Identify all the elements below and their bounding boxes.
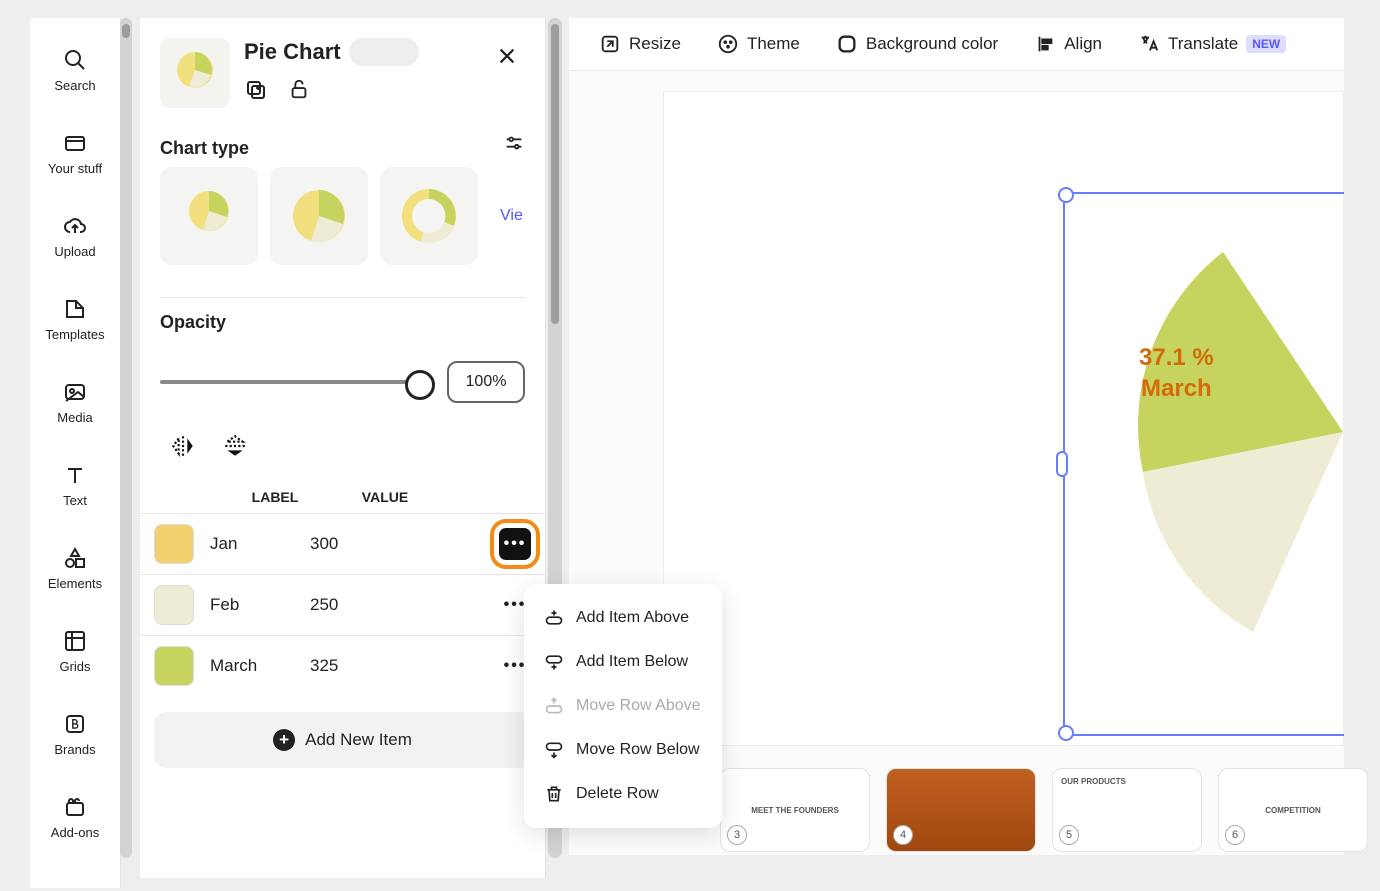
add-item-label: Add New Item	[305, 730, 412, 750]
color-swatch[interactable]	[154, 524, 194, 564]
nav-elements[interactable]: Elements	[48, 546, 102, 591]
chart-preview-thumbnail	[160, 38, 230, 108]
nav-label: Text	[63, 493, 87, 508]
slide-thumbnail[interactable]: COMPETITION6	[1218, 768, 1368, 852]
row-label[interactable]: March	[210, 656, 310, 676]
menu-add-above[interactable]: Add Item Above	[524, 596, 722, 640]
close-panel-button[interactable]	[489, 38, 525, 74]
slide-thumbnail[interactable]: OUR PRODUCTS5	[1052, 768, 1202, 852]
value-column-head: VALUE	[335, 489, 435, 505]
row-value[interactable]: 250	[310, 595, 410, 615]
title-pill	[349, 38, 419, 66]
resize-button[interactable]: Resize	[599, 33, 681, 55]
property-panel: Pie Chart Chart type Vie Opacity 100% L	[140, 18, 546, 878]
color-swatch[interactable]	[154, 585, 194, 625]
duplicate-icon[interactable]	[244, 78, 268, 102]
nav-media[interactable]: Media	[57, 380, 92, 425]
sliders-icon[interactable]	[503, 132, 525, 160]
opacity-value-input[interactable]: 100%	[447, 361, 525, 403]
nav-addons[interactable]: Add-ons	[51, 795, 99, 840]
align-button[interactable]: Align	[1034, 33, 1102, 55]
add-new-item-button[interactable]: +Add New Item	[154, 712, 531, 768]
unlock-icon[interactable]	[288, 78, 310, 100]
nav-label: Media	[57, 410, 92, 425]
canvas-toolbar: Resize Theme Background color Align Tran…	[569, 18, 1344, 71]
nav-label: Templates	[45, 327, 104, 342]
row-value[interactable]: 300	[310, 534, 410, 554]
opacity-heading: Opacity	[160, 312, 525, 333]
row-more-button[interactable]: •••	[499, 528, 531, 560]
slice-label: 37.1 % March	[1139, 342, 1214, 404]
nav-search[interactable]: Search	[54, 48, 95, 93]
slice-name: March	[1139, 373, 1214, 404]
data-row: Jan 300 •••	[140, 513, 545, 574]
menu-delete-row[interactable]: Delete Row	[524, 772, 722, 816]
slide-thumbnail[interactable]: MEET THE FOUNDERS3	[720, 768, 870, 852]
slide-filmstrip: MEET THE FOUNDERS3 4 OUR PRODUCTS5 COMPE…	[720, 765, 1368, 855]
theme-button[interactable]: Theme	[717, 33, 800, 55]
nav-label: Grids	[59, 659, 90, 674]
view-all-link[interactable]: Vie	[490, 207, 523, 225]
chart-type-pie-flat[interactable]	[270, 167, 368, 265]
pie-chart-graphic[interactable]	[1083, 222, 1343, 642]
nav-templates[interactable]: Templates	[45, 297, 104, 342]
slide-number: 4	[893, 825, 913, 845]
flip-horizontal-icon[interactable]	[170, 433, 196, 459]
nav-brands[interactable]: Brands	[54, 712, 95, 757]
nav-scrollbar[interactable]	[120, 18, 132, 858]
row-label[interactable]: Jan	[210, 534, 310, 554]
row-context-menu: Add Item Above Add Item Below Move Row A…	[524, 584, 722, 828]
bgcolor-button[interactable]: Background color	[836, 33, 998, 55]
selection-handle[interactable]	[1058, 725, 1074, 741]
chart-type-heading: Chart type	[160, 138, 249, 159]
color-swatch[interactable]	[154, 646, 194, 686]
nav-your-stuff[interactable]: Your stuff	[48, 131, 102, 176]
row-value[interactable]: 325	[310, 656, 410, 676]
divider	[160, 297, 525, 298]
selection-handle[interactable]	[1056, 451, 1068, 477]
canvas-page[interactable]: 37.1 % March	[663, 91, 1344, 746]
nav-label: Upload	[54, 244, 95, 259]
nav-label: Add-ons	[51, 825, 99, 840]
translate-button[interactable]: TranslateNEW	[1138, 33, 1286, 55]
chart-type-donut[interactable]	[380, 167, 478, 265]
slide-number: 3	[727, 825, 747, 845]
data-row: March 325 •••	[140, 635, 545, 696]
label-column-head: LABEL	[215, 489, 335, 505]
slice-percent: 37.1 %	[1139, 342, 1214, 373]
menu-move-above: Move Row Above	[524, 684, 722, 728]
slide-thumbnail[interactable]: 4	[886, 768, 1036, 852]
new-badge: NEW	[1246, 35, 1286, 53]
opacity-slider[interactable]	[160, 368, 431, 396]
data-table-header: LABEL VALUE	[140, 479, 545, 513]
panel-title: Pie Chart	[244, 39, 341, 65]
slide-number: 5	[1059, 825, 1079, 845]
left-nav-rail: Search Your stuff Upload Templates Media…	[30, 18, 121, 888]
menu-move-below[interactable]: Move Row Below	[524, 728, 722, 772]
slide-number: 6	[1225, 825, 1245, 845]
nav-label: Elements	[48, 576, 102, 591]
selection-handle[interactable]	[1058, 187, 1074, 203]
menu-add-below[interactable]: Add Item Below	[524, 640, 722, 684]
nav-label: Brands	[54, 742, 95, 757]
data-row: Feb 250 •••	[140, 574, 545, 635]
row-label[interactable]: Feb	[210, 595, 310, 615]
nav-upload[interactable]: Upload	[54, 214, 95, 259]
nav-label: Your stuff	[48, 161, 102, 176]
flip-vertical-icon[interactable]	[222, 433, 248, 459]
nav-text[interactable]: Text	[63, 463, 87, 508]
nav-grids[interactable]: Grids	[59, 629, 90, 674]
nav-search-label: Search	[54, 78, 95, 93]
chart-type-pie-3d[interactable]	[160, 167, 258, 265]
